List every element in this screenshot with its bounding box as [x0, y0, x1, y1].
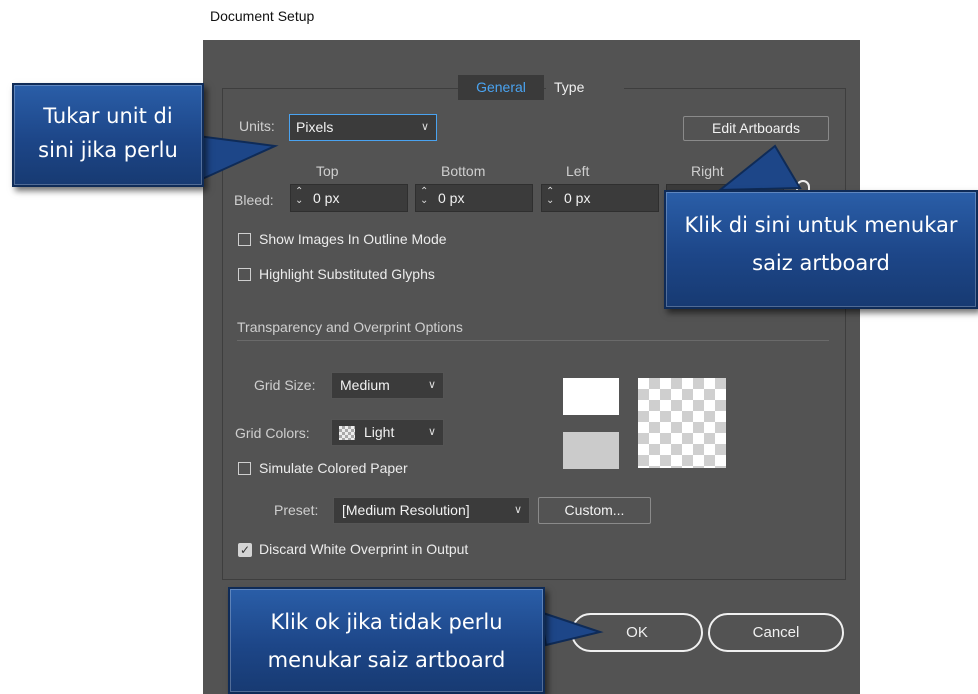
artboards-callout: Klik di sini untuk menukar saiz artboard [664, 190, 978, 309]
units-callout: Tukar unit di sini jika perlu [12, 83, 204, 187]
ok-callout: Klik ok jika tidak perlu menukar saiz ar… [228, 587, 545, 694]
artboards-callout-pointer [717, 144, 802, 192]
ok-callout-pointer [538, 610, 604, 647]
